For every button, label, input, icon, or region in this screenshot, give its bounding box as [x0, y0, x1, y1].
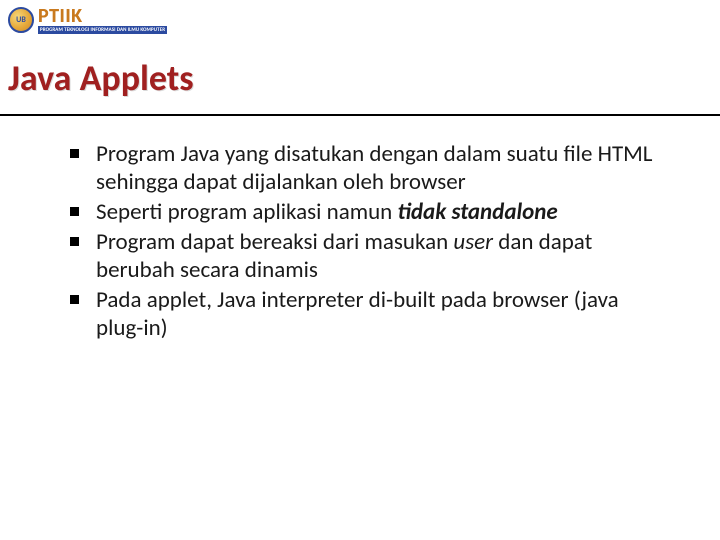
title-region: Java Applets	[0, 40, 720, 116]
logo: PTIIK PROGRAM TEKNOLOGI INFORMASI DAN IL…	[8, 6, 167, 34]
bullet-text: Program Java yang disatukan dengan dalam…	[96, 140, 652, 196]
logo-text: PTIIK PROGRAM TEKNOLOGI INFORMASI DAN IL…	[38, 6, 167, 34]
logo-main: PTIIK	[38, 6, 167, 26]
logo-sub: PROGRAM TEKNOLOGI INFORMASI DAN ILMU KOM…	[38, 26, 167, 34]
bullet-text: Seperti program aplikasi namun	[96, 198, 397, 226]
logo-badge-icon	[8, 7, 34, 33]
list-item: Pada applet, Java interpreter di-built p…	[70, 286, 664, 342]
page-title: Java Applets	[4, 56, 716, 100]
list-item: Program dapat bereaksi dari masukan user…	[70, 228, 664, 284]
list-item: Seperti program aplikasi namun tidak sta…	[70, 198, 664, 226]
list-item: Program Java yang disatukan dengan dalam…	[70, 140, 664, 196]
bullet-list: Program Java yang disatukan dengan dalam…	[70, 140, 664, 342]
bullet-text: Program dapat bereaksi dari masukan	[96, 228, 453, 256]
bullet-italic: user	[453, 228, 493, 256]
bullet-text: Pada applet, Java interpreter di-built p…	[96, 286, 619, 342]
header-bar: PTIIK PROGRAM TEKNOLOGI INFORMASI DAN IL…	[0, 0, 720, 40]
content-region: Program Java yang disatukan dengan dalam…	[0, 116, 720, 368]
bullet-bold: tidak standalone	[397, 198, 557, 226]
